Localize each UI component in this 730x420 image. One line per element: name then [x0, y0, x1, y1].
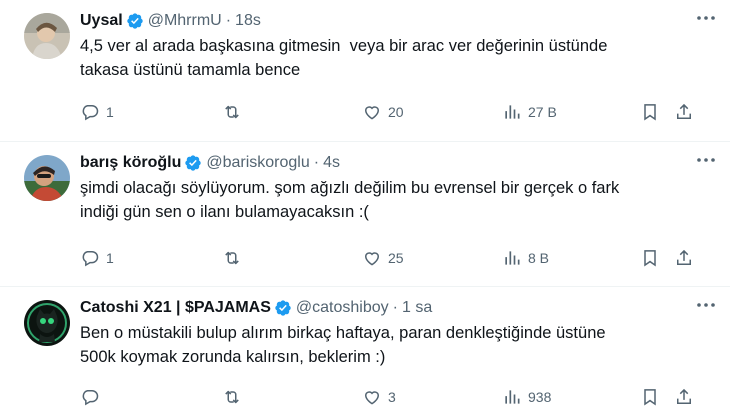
heart-icon — [364, 391, 380, 405]
display-name[interactable]: barış köroğlu — [80, 154, 181, 172]
user-handle[interactable]: @bariskoroglu — [206, 154, 309, 172]
reply-count: 1 — [106, 104, 114, 120]
views-button[interactable]: 27 B — [502, 98, 557, 126]
reply-icon — [82, 105, 99, 121]
views-button[interactable]: 938 — [502, 383, 551, 411]
view-count: 8 B — [528, 250, 550, 266]
avatar[interactable] — [24, 155, 70, 201]
share-button[interactable] — [674, 98, 694, 126]
share-icon — [677, 249, 691, 265]
retweet-icon — [225, 390, 239, 404]
verified-badge-icon — [275, 300, 291, 316]
reply-icon — [82, 251, 99, 267]
share-button[interactable] — [674, 244, 694, 272]
display-name[interactable]: Uysal — [80, 12, 123, 30]
tweet-text: şimdi olacağı söylüyorum. şom ağızlı değ… — [80, 179, 620, 221]
like-count: 3 — [388, 389, 396, 405]
tweet-text: Ben o müstakili bulup alırım birkaç haft… — [80, 324, 606, 366]
bookmark-icon — [644, 250, 656, 267]
retweet-icon — [225, 105, 239, 119]
user-handle[interactable]: @MhrrmU — [148, 12, 222, 30]
reply-button[interactable]: 1 — [80, 98, 114, 126]
views-button[interactable]: 8 B — [502, 244, 549, 272]
views-chart-icon — [505, 390, 520, 404]
separator-dot: · — [313, 154, 320, 171]
reply-feed: Uysal @MhrrmU · 18s 4,5 ver al arada baş… — [0, 0, 730, 420]
more-options-icon[interactable] — [694, 293, 718, 317]
share-button[interactable] — [674, 383, 694, 411]
reply-count: 1 — [106, 250, 114, 266]
timestamp[interactable]: 18s — [235, 12, 261, 30]
share-icon — [677, 388, 691, 404]
more-options-icon[interactable] — [694, 148, 718, 172]
heart-icon — [364, 106, 380, 120]
heart-icon — [364, 252, 380, 266]
bookmark-button[interactable] — [640, 383, 660, 411]
tweet-actions: 1 20 27 B — [80, 98, 714, 126]
tweet[interactable]: Catoshi X21 | $PAJAMAS @catoshiboy · 1 s… — [0, 287, 730, 420]
avatar[interactable] — [24, 13, 70, 59]
like-count: 25 — [388, 250, 404, 266]
separator-dot: · — [392, 299, 398, 316]
bookmark-button[interactable] — [640, 244, 660, 272]
reply-button[interactable] — [80, 383, 106, 411]
retweet-button[interactable] — [222, 244, 248, 272]
bookmark-icon — [644, 389, 656, 406]
like-button[interactable]: 3 — [362, 383, 396, 411]
verified-badge-icon — [127, 13, 143, 29]
user-handle[interactable]: @catoshiboy — [296, 299, 389, 317]
retweet-icon — [225, 251, 239, 265]
share-icon — [677, 103, 691, 119]
tweet-actions: 1 25 8 B — [80, 244, 714, 272]
display-name[interactable]: Catoshi X21 | $PAJAMAS — [80, 299, 271, 317]
bookmark-icon — [644, 104, 656, 121]
tweet[interactable]: Uysal @MhrrmU · 18s 4,5 ver al arada baş… — [0, 0, 730, 142]
tweet-text: 4,5 ver al arada başkasına gitmesin veya… — [80, 37, 608, 79]
timestamp[interactable]: 1 sa — [402, 299, 432, 317]
timestamp[interactable]: 4s — [323, 154, 340, 172]
retweet-button[interactable] — [222, 383, 248, 411]
views-chart-icon — [505, 105, 520, 119]
separator-dot: · — [225, 12, 232, 29]
bookmark-button[interactable] — [640, 98, 660, 126]
view-count: 938 — [528, 389, 552, 405]
avatar[interactable] — [24, 300, 70, 346]
like-button[interactable]: 20 — [362, 98, 404, 126]
tweet[interactable]: barış köroğlu @bariskoroglu · 4s şimdi o… — [0, 142, 730, 287]
more-options-icon[interactable] — [694, 6, 718, 30]
like-count: 20 — [388, 104, 404, 120]
reply-icon — [82, 390, 99, 406]
reply-button[interactable]: 1 — [80, 244, 114, 272]
retweet-button[interactable] — [222, 98, 248, 126]
views-chart-icon — [505, 251, 520, 265]
like-button[interactable]: 25 — [362, 244, 404, 272]
verified-badge-icon — [185, 155, 202, 171]
view-count: 27 B — [528, 104, 557, 120]
tweet-actions: 3 938 — [80, 383, 714, 411]
